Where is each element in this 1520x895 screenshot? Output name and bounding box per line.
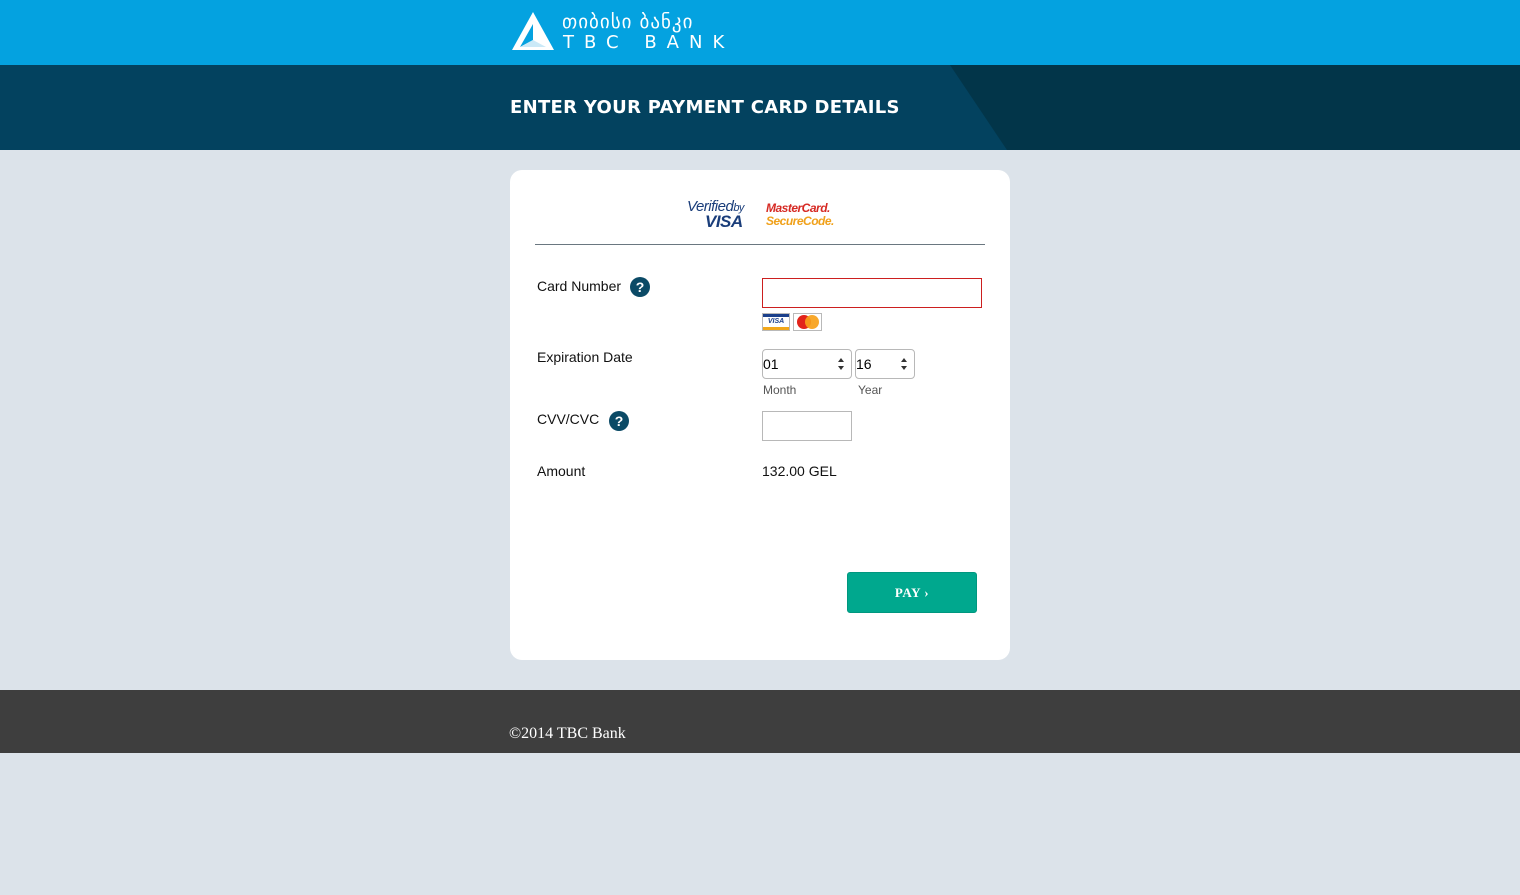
logo-english-text: TBC BANK <box>563 32 735 53</box>
amount-label: Amount <box>537 463 586 479</box>
top-bar: თიბისი ბანკი TBC BANK <box>0 0 1520 65</box>
year-select-value: 16 <box>856 356 872 372</box>
payment-form-card: Verifiedby VISA MasterCard. SecureCode. … <box>510 170 1010 660</box>
mastercard-text: MasterCard. <box>766 201 830 215</box>
verified-by-visa-logo: Verifiedby VISA <box>686 198 760 232</box>
cvv-help-icon[interactable]: ? <box>609 411 629 431</box>
vbv-visa-text: VISA <box>705 212 743 231</box>
title-bar: ENTER YOUR PAYMENT CARD DETAILS <box>0 65 1520 150</box>
copyright-text: ©2014 TBC Bank <box>509 725 626 742</box>
header-divider <box>535 244 985 245</box>
month-label: Month <box>763 383 797 397</box>
card-number-label: Card Number <box>537 278 622 294</box>
page-title: ENTER YOUR PAYMENT CARD DETAILS <box>510 97 900 118</box>
expiration-date-label: Expiration Date <box>537 349 633 365</box>
cvv-input[interactable] <box>762 411 852 441</box>
security-brand-logos: Verifiedby VISA MasterCard. SecureCode. <box>686 198 836 234</box>
amount-value: 132.00 GEL <box>762 463 837 479</box>
year-label: Year <box>858 383 883 397</box>
footer: ©2014 TBC Bank <box>0 690 1520 753</box>
card-number-input[interactable] <box>762 278 982 308</box>
securecode-text: SecureCode. <box>766 214 834 228</box>
month-select[interactable]: 01 <box>762 349 852 379</box>
select-arrows-icon <box>901 358 907 370</box>
logo-georgian-text: თიბისი ბანკი <box>562 11 694 33</box>
cvv-label: CVV/CVC <box>537 411 600 427</box>
tbc-triangle-logo-icon <box>512 12 554 50</box>
mastercard-securecode-logo: MasterCard. SecureCode. <box>766 201 836 231</box>
select-arrows-icon <box>838 358 844 370</box>
tbc-bank-logo[interactable]: თიბისი ბანკი TBC BANK <box>510 10 730 54</box>
year-select[interactable]: 16 <box>855 349 915 379</box>
visa-card-icon: VISA <box>762 313 790 331</box>
title-bar-accent <box>950 65 1520 150</box>
card-number-help-icon[interactable]: ? <box>630 277 650 297</box>
mastercard-card-icon <box>793 313 822 331</box>
pay-button[interactable]: PAY › <box>847 572 977 613</box>
month-select-value: 01 <box>763 356 779 372</box>
